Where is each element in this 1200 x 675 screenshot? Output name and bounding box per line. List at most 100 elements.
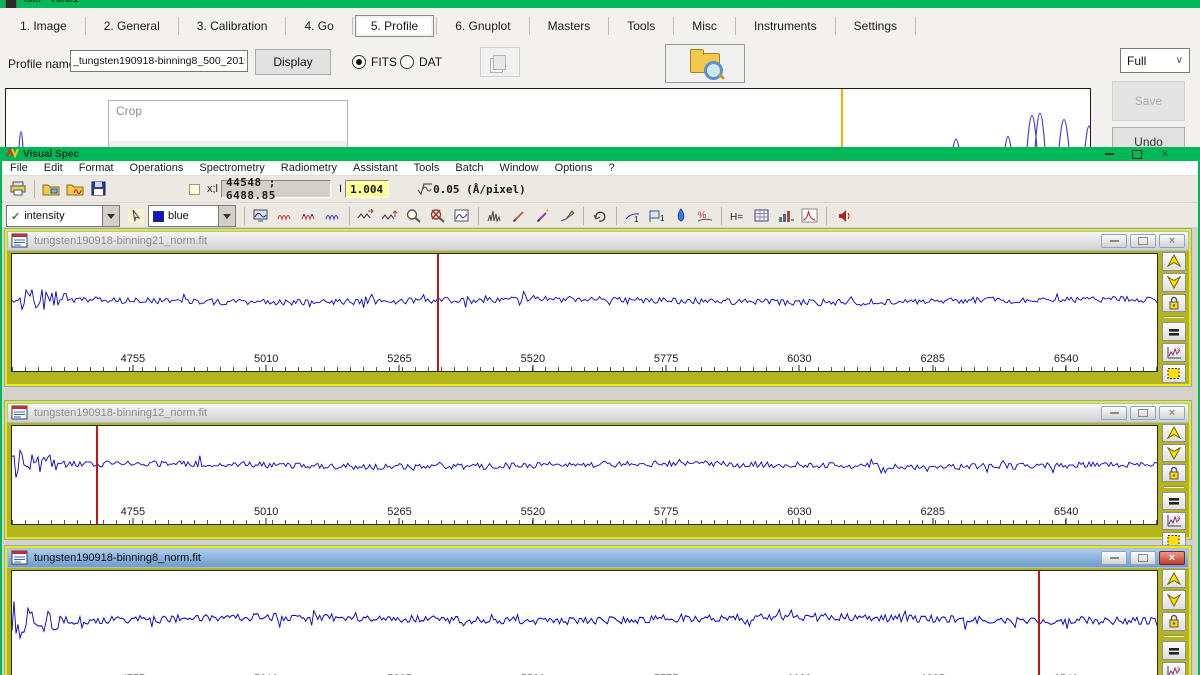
smooth-drop-icon[interactable]	[669, 205, 693, 227]
dat-radio[interactable]: DAT	[400, 55, 442, 69]
restore-button[interactable]	[1130, 234, 1156, 248]
menu-edit[interactable]: Edit	[36, 162, 71, 174]
series-select[interactable]: ✓ intensity	[6, 205, 120, 227]
save-icon[interactable]	[87, 178, 111, 200]
shift-x-icon[interactable]	[354, 205, 378, 227]
tab-instruments[interactable]: Instruments	[738, 15, 833, 37]
browse-profile-button[interactable]	[665, 44, 745, 83]
replay-icon[interactable]	[588, 205, 612, 227]
tab-settings[interactable]: Settings	[838, 15, 913, 37]
minimize-button[interactable]	[1101, 406, 1127, 420]
vspec-titlebar[interactable]: Visual Spec ×	[2, 147, 1198, 161]
copy-profile-button[interactable]	[480, 47, 520, 77]
spectrum-plot[interactable]: 47555010526555205775603062856540	[11, 425, 1158, 525]
tab-2-general[interactable]: 2. General	[88, 15, 176, 37]
curve-style-b-icon[interactable]	[297, 205, 321, 227]
fits-radio-circle[interactable]	[352, 55, 366, 69]
menu-spectrometry[interactable]: Spectrometry	[191, 162, 272, 174]
lock-icon[interactable]	[1162, 464, 1186, 482]
pan-down-icon[interactable]	[1162, 590, 1186, 609]
fit-region-icon[interactable]	[1162, 364, 1186, 383]
plot-style-icon[interactable]: s	[1162, 512, 1186, 530]
cursor-line[interactable]	[96, 426, 98, 524]
shift-y-icon[interactable]	[378, 205, 402, 227]
menu-assistant[interactable]: Assistant	[345, 162, 406, 174]
menu-operations[interactable]: Operations	[122, 162, 192, 174]
spectrum-window-binning21[interactable]: tungsten190918-binning21_norm.fit × 4755…	[4, 228, 1192, 387]
menu-radiometry[interactable]: Radiometry	[273, 162, 345, 174]
pan-up-icon[interactable]	[1162, 424, 1186, 442]
print-icon[interactable]	[6, 178, 30, 200]
cursor-line[interactable]	[437, 254, 439, 371]
tab-misc[interactable]: Misc	[676, 15, 733, 37]
pan-down-icon[interactable]	[1162, 273, 1186, 292]
tab-4-go[interactable]: 4. Go	[288, 15, 349, 37]
window-titlebar[interactable]: tungsten190918-binning8_norm.fit ×	[7, 548, 1189, 568]
peak-detect-icon[interactable]	[483, 205, 507, 227]
menu-help[interactable]: ?	[601, 162, 623, 174]
measure-table-icon[interactable]	[750, 205, 774, 227]
h-alpha-icon[interactable]: H=	[726, 205, 750, 227]
curve-style-a-icon[interactable]	[273, 205, 297, 227]
display-button[interactable]: Display	[255, 49, 331, 75]
close-button[interactable]: ×	[1159, 234, 1185, 248]
dropdown-arrow-icon[interactable]	[102, 206, 119, 226]
spectrum-plot[interactable]: 47555010526555205775603062856540	[11, 570, 1158, 675]
profile-name-input[interactable]	[70, 50, 248, 72]
tab-tools[interactable]: Tools	[611, 15, 671, 37]
tab-5-profile[interactable]: 5. Profile	[355, 15, 434, 37]
tab-1-image[interactable]: 1. Image	[4, 15, 83, 37]
annotate-icon[interactable]: *	[531, 205, 555, 227]
speaker-icon[interactable]	[831, 205, 855, 227]
pen-icon[interactable]	[507, 205, 531, 227]
spectrum-window-binning8[interactable]: tungsten190918-binning8_norm.fit × 47555…	[4, 545, 1192, 675]
unzoom-icon[interactable]	[426, 205, 450, 227]
plot-style-icon[interactable]: s	[1162, 662, 1186, 675]
pan-up-icon[interactable]	[1162, 569, 1186, 588]
menu-window[interactable]: Window	[492, 162, 547, 174]
edit-pointer-icon[interactable]	[124, 205, 148, 227]
reference-1-icon[interactable]: 1	[645, 205, 669, 227]
close-button[interactable]: ×	[1159, 551, 1185, 565]
brush-icon[interactable]	[555, 205, 579, 227]
equalize-icon[interactable]	[1162, 322, 1186, 341]
minimize-button[interactable]	[1101, 234, 1127, 248]
dat-radio-circle[interactable]	[400, 55, 414, 69]
menu-file[interactable]: File	[2, 162, 36, 174]
lock-icon[interactable]	[1162, 294, 1186, 313]
menu-options[interactable]: Options	[547, 162, 601, 174]
export-plot-icon[interactable]	[774, 205, 798, 227]
color-select[interactable]: blue	[148, 205, 236, 227]
coord-checkbox[interactable]	[189, 184, 200, 195]
tab-masters[interactable]: Masters	[532, 15, 607, 37]
view-range-select[interactable]: Full ∨	[1120, 48, 1190, 73]
pan-up-icon[interactable]	[1162, 252, 1186, 271]
equalize-icon[interactable]	[1162, 641, 1186, 660]
restore-button[interactable]	[1130, 406, 1156, 420]
menu-tools[interactable]: Tools	[406, 162, 448, 174]
pan-down-icon[interactable]	[1162, 444, 1186, 462]
tab-6-gnuplot[interactable]: 6. Gnuplot	[439, 15, 526, 37]
curve-style-c-icon[interactable]	[321, 205, 345, 227]
plot-style-icon[interactable]: s	[1162, 343, 1186, 362]
close-button[interactable]: ×	[1159, 406, 1185, 420]
minimize-button[interactable]	[1102, 148, 1116, 160]
gaussian-fit-icon[interactable]	[798, 205, 822, 227]
open-image-icon[interactable]	[39, 178, 63, 200]
normalize-icon[interactable]: 1	[621, 205, 645, 227]
spectrum-plot[interactable]: 47555010526555205775603062856540	[11, 253, 1158, 372]
fits-radio[interactable]: FITS	[352, 55, 397, 69]
save-button[interactable]: Save	[1112, 81, 1185, 121]
menu-format[interactable]: Format	[71, 162, 122, 174]
tab-3-calibration[interactable]: 3. Calibration	[181, 15, 284, 37]
open-profile-icon[interactable]	[63, 178, 87, 200]
window-titlebar[interactable]: tungsten190918-binning12_norm.fit ×	[7, 403, 1189, 423]
lock-icon[interactable]	[1162, 612, 1186, 631]
maximize-button[interactable]	[1130, 148, 1144, 160]
zoom-icon[interactable]	[402, 205, 426, 227]
menu-batch[interactable]: Batch	[447, 162, 491, 174]
equalize-icon[interactable]	[1162, 492, 1186, 510]
close-button[interactable]: ×	[1158, 148, 1172, 160]
spectrum-window-binning12[interactable]: tungsten190918-binning12_norm.fit × 4755…	[4, 400, 1192, 540]
divide-percent-icon[interactable]: %	[693, 205, 717, 227]
